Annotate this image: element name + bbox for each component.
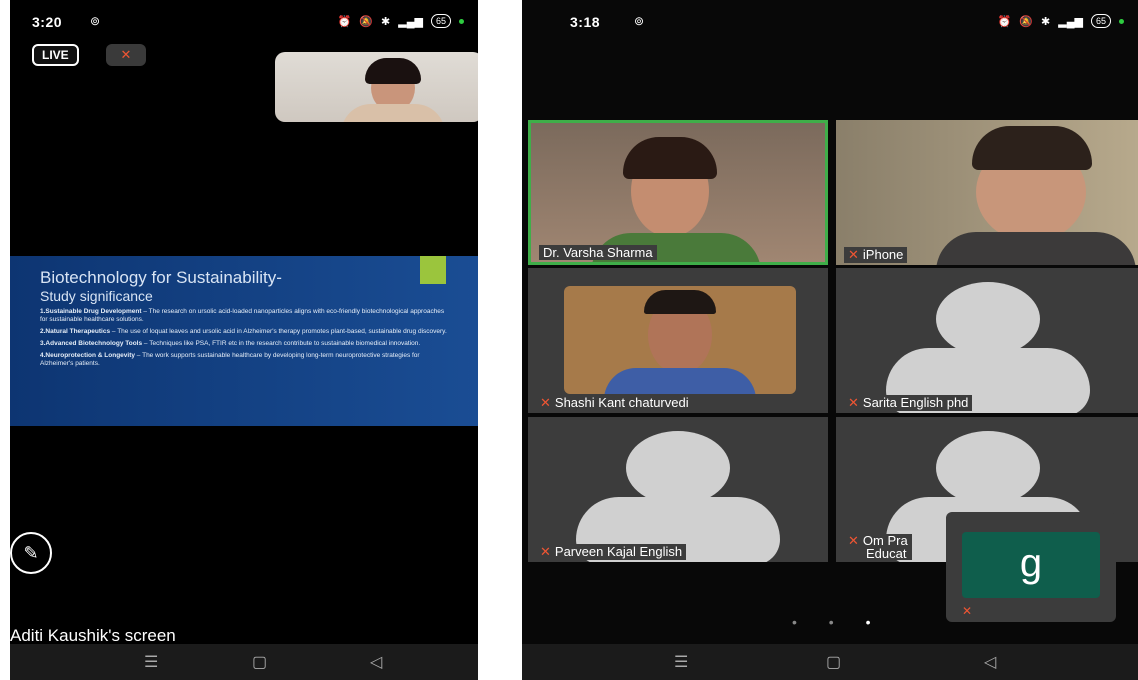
slide-point: 4.Neuroprotection & Longevity – The work… [40,352,420,367]
bluetooth-icon: ✱ [381,15,391,28]
mic-off-icon: ✕ [848,247,859,262]
participant-name: ✕ Parveen Kajal English [536,544,687,560]
status-icons: ⏰ 🔕 ✱ ▂▄▆ 65 [338,14,464,28]
self-view-video[interactable] [275,52,478,122]
left-phone-screen: 3:20 ⊚ ⏰ 🔕 ✱ ▂▄▆ 65 LIVE ✕ Biotechnology… [10,0,478,680]
self-preview-tile[interactable]: g ✕ [946,512,1116,622]
android-nav-bar: ☰ ▢ ◁ [522,644,1138,680]
slide-subtitle: Study significance [40,288,153,304]
avatar-placeholder-icon [626,431,730,505]
alarm-icon: ⏰ [997,15,1012,28]
hair [972,126,1092,170]
slide-accent-block [420,256,446,284]
cast-icon: ⊚ [90,14,101,28]
participant-tile[interactable]: ✕ Shashi Kant chaturvedi [528,268,828,413]
page-dot: • [828,614,834,630]
page-dot-active: • [865,614,871,630]
profile-photo [564,286,796,394]
recording-dot-icon [459,18,464,24]
avatar-placeholder-icon [936,282,1040,356]
status-time: 3:18 [570,14,601,30]
right-phone-screen: 3:18 ⊚ ⏰ 🔕 ✱ ▂▄▆ 65 Dr. Varsha Sharma ✕ i… [522,0,1138,680]
slide-title: Biotechnology for Sustainability- [40,268,282,287]
recents-icon[interactable]: ☰ [144,652,158,672]
hair [365,58,421,84]
alarm-icon: ⏰ [337,15,352,28]
battery-icon: 65 [430,14,451,28]
mute-icon: 🔕 [359,15,374,28]
signal-icon: ▂▄▆ [1058,15,1083,28]
signal-icon: ▂▄▆ [398,15,423,28]
slide-point: 1.Sustainable Drug Development – The res… [40,308,445,323]
participant-tile[interactable]: Dr. Varsha Sharma [528,120,828,265]
mic-off-icon: ✕ [540,544,551,559]
annotate-pencil-button[interactable]: ✎ [10,532,52,574]
bluetooth-icon: ✱ [1041,15,1051,28]
participant-name: ✕ Sarita English phd [844,395,973,411]
recording-dot-icon [1119,18,1124,24]
page-dot: • [792,614,797,630]
status-bar: 3:20 ⊚ ⏰ 🔕 ✱ ▂▄▆ 65 [10,14,478,34]
self-avatar-letter: g [962,532,1100,598]
back-icon[interactable]: ◁ [370,652,382,672]
participant-name: Dr. Varsha Sharma [539,245,657,260]
mute-icon: 🔕 [1019,15,1034,28]
hair [623,137,717,179]
recents-icon[interactable]: ☰ [674,652,688,672]
home-icon[interactable]: ▢ [826,652,841,672]
pencil-icon: ✎ [23,543,39,563]
participant-tile[interactable]: ✕ iPhone [836,120,1138,265]
status-icons: ⏰ 🔕 ✱ ▂▄▆ 65 [998,14,1124,28]
shirt [604,368,756,394]
mic-off-icon: ✕ [848,533,859,548]
mic-off-icon: ✕ [848,395,859,410]
android-nav-bar: ☰ ▢ ◁ [10,644,478,680]
mic-off-icon: ✕ [540,395,551,410]
status-time: 3:20 [32,14,63,30]
status-bar: 3:18 ⊚ ⏰ 🔕 ✱ ▂▄▆ 65 [522,14,1138,34]
avatar-placeholder-icon [936,431,1040,505]
mic-off-icon[interactable]: ✕ [106,44,146,66]
slide-points: 1.Sustainable Drug Development – The res… [40,308,450,372]
participant-name: ✕ Shashi Kant chaturvedi [536,395,693,411]
participant-name: ✕ iPhone [844,247,908,263]
slide-point: 3.Advanced Biotechnology Tools – Techniq… [40,340,421,347]
participant-tile[interactable]: ✕ Sarita English phd [836,268,1138,413]
screen-share-label: Aditi Kaushik's screen [10,626,176,645]
battery-icon: 65 [1090,14,1111,28]
slide-point: 2.Natural Therapeutics – The use of loqu… [40,328,447,335]
presentation-slide: Biotechnology for Sustainability- Study … [10,256,478,426]
cast-icon: ⊚ [634,14,645,28]
mic-off-icon: ✕ [962,604,973,618]
hair [644,290,716,314]
home-icon[interactable]: ▢ [252,652,267,672]
shoulders [341,104,445,122]
participant-tile[interactable]: ✕ Parveen Kajal English [528,417,828,562]
live-badge: LIVE [32,44,79,66]
page-indicator[interactable]: • • • [792,614,871,630]
back-icon[interactable]: ◁ [984,652,996,672]
participant-name: ✕ Om Pra Educat [844,534,912,560]
shoulders [936,232,1136,265]
